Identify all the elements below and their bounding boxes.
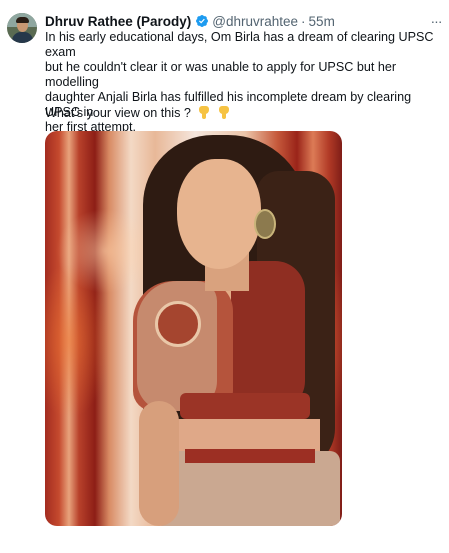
handle[interactable]: @dhruvrahtee — [212, 14, 298, 29]
tweet-text-line: but he couldn't clear it or was unable t… — [45, 60, 397, 89]
tweet-photo[interactable] — [45, 131, 342, 526]
separator-dot: · — [301, 13, 306, 29]
tweet-text-line: In his early educational days, Om Birla … — [45, 30, 434, 59]
photo-embroidery-motif — [155, 301, 201, 347]
photo-blouse-band — [180, 393, 310, 419]
avatar-hair — [16, 17, 29, 23]
photo-earring — [254, 209, 276, 239]
photo-face — [177, 159, 261, 269]
photo-skirt-band — [185, 449, 315, 463]
more-options-icon[interactable]: ··· — [427, 12, 445, 30]
tweet-question: What's your view on this ? — [45, 106, 230, 121]
display-name[interactable]: Dhruv Rathee (Parody) — [45, 14, 191, 29]
question-text: What's your view on this ? — [45, 106, 191, 120]
verified-badge-icon — [196, 15, 209, 27]
tweet-header: Dhruv Rathee (Parody) @dhruvrahtee · 55m — [45, 12, 335, 30]
timestamp[interactable]: 55m — [309, 14, 335, 29]
pointing-down-hand-icon — [218, 106, 230, 119]
pointing-down-hand-icon — [198, 106, 210, 119]
avatar[interactable] — [7, 13, 37, 43]
avatar-body — [12, 32, 33, 43]
tweet: Dhruv Rathee (Parody) @dhruvrahtee · 55m… — [0, 0, 449, 553]
photo-arm — [139, 401, 179, 526]
